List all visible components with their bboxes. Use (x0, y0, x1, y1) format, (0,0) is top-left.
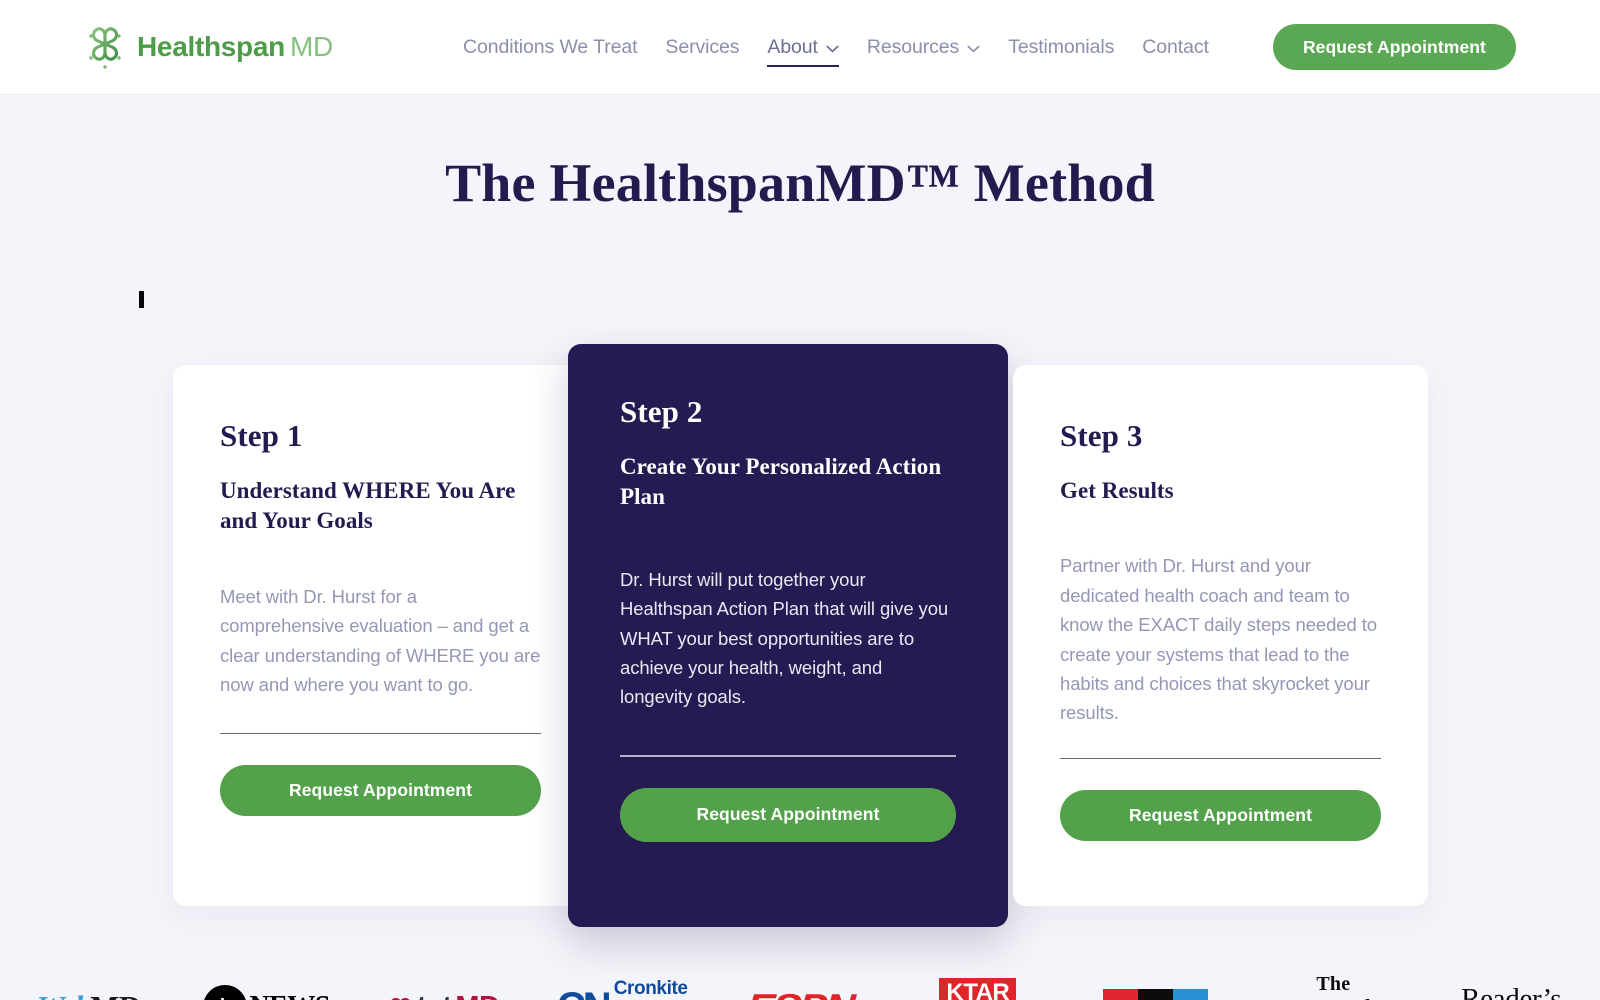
press-logo-espn: ESPN (711, 972, 889, 1000)
brand-wordmark: Healthspan MD (137, 31, 333, 63)
press-logo-text: Reader’s (1461, 983, 1562, 1000)
text-caret-artifact (139, 291, 144, 308)
step-heading: Get Results (1060, 478, 1174, 503)
card-divider (620, 754, 956, 757)
request-appointment-button-header[interactable]: Request Appointment (1272, 24, 1516, 70)
step-label: Step 2 (620, 394, 703, 429)
request-appointment-button-step-3[interactable]: Request Appointment (1060, 789, 1381, 841)
nav-item-services[interactable]: Services (651, 0, 753, 95)
press-logo-text: tct (416, 989, 452, 1000)
step-body: Partner with Dr. Hurst and your dedicate… (1060, 555, 1377, 724)
nav-item-label: About (767, 36, 818, 58)
press-logo-text: New York (1290, 996, 1376, 1000)
press-logo-text: KTAR (939, 978, 1017, 1000)
nav-item-about[interactable]: About (753, 0, 852, 95)
card-divider (220, 733, 541, 735)
press-logo-webmd: WebMD (0, 972, 178, 1000)
step-card-1: Step 1 Understand WHERE You Are and Your… (173, 365, 588, 906)
main-navigation: Conditions We Treat Services About Resou… (463, 0, 1223, 95)
nav-item-label: Testimonials (1008, 36, 1115, 58)
step-card-2: Step 2 Create Your Personalized Action P… (568, 344, 1008, 927)
step-heading: Create Your Personalized Action Plan (620, 454, 942, 510)
step-label: Step 3 (1060, 418, 1143, 453)
request-appointment-button-step-1[interactable]: Request Appointment (220, 765, 541, 817)
press-logo-abc-news: abc NEWS (178, 972, 356, 1000)
brand-name: Healthspan (137, 31, 285, 62)
request-appointment-button-step-2[interactable]: Request Appointment (620, 787, 956, 842)
nav-item-label: Contact (1142, 36, 1209, 58)
nav-item-conditions-we-treat[interactable]: Conditions We Treat (463, 0, 651, 95)
step-body: Dr. Hurst will put together your Healths… (620, 568, 949, 708)
healthspan-knot-logo-icon (89, 27, 121, 69)
nav-item-label: Conditions We Treat (463, 36, 638, 58)
press-logo-text: Cronkite (613, 978, 688, 1000)
step-body: Meet with Dr. Hurst for a comprehensive … (220, 585, 541, 695)
step-heading: Understand WHERE You Are and Your Goals (220, 478, 516, 534)
press-logo-text: p (1138, 988, 1174, 1000)
press-logo-text: The (1316, 973, 1351, 996)
nav-item-testimonials[interactable]: Testimonials (994, 0, 1128, 95)
press-logo-text: ESPN (746, 986, 855, 1000)
press-logo-new-york-times: The New York Times (1244, 972, 1422, 1000)
press-logo-text: n (1103, 988, 1139, 1000)
site-header: Healthspan MD Conditions We Treat Service… (0, 0, 1600, 95)
press-logo-text: NEWS (249, 991, 330, 1000)
step-card-3: Step 3 Get Results Partner with Dr. Hurs… (1013, 365, 1428, 906)
press-logo-text: Web (37, 989, 91, 1000)
press-logo-npr: n p r (1067, 972, 1245, 1000)
chevron-down-icon (826, 45, 839, 53)
card-divider (1060, 757, 1381, 759)
press-logo-strip: WebMD abc NEWS tctMD CN Cronkite (0, 957, 1600, 1000)
page-title: The HealthspanMD™ Method (445, 153, 1155, 213)
method-section: The HealthspanMD™ Method Step 1 Understa… (0, 95, 1600, 1000)
step-label: Step 1 (220, 418, 303, 453)
press-logo-ktar-news: KTAR NEWS (889, 972, 1067, 1000)
nav-item-contact[interactable]: Contact (1128, 0, 1223, 95)
nav-item-label: Resources (866, 36, 960, 58)
press-logo-tctmd: tctMD (356, 972, 534, 1000)
press-logo-text: MD (90, 989, 141, 1000)
nav-item-resources[interactable]: Resources (853, 0, 994, 95)
press-logo-readers-digest: Reader’s digest (1422, 972, 1600, 1000)
brand-logo[interactable]: Healthspan MD (84, 24, 333, 70)
heart-icon (391, 997, 411, 1000)
press-logo-text: MD (455, 991, 500, 1000)
press-logo-text: abc (203, 985, 248, 1000)
nav-item-label: Services (665, 36, 740, 58)
press-logo-text: CN (557, 987, 612, 1000)
press-logo-text: r (1173, 988, 1209, 1000)
chevron-down-icon (967, 45, 980, 53)
brand-suffix: MD (289, 31, 333, 62)
steps-card-group: Step 1 Understand WHERE You Are and Your… (0, 344, 1600, 929)
press-logo-cronkite-news: CN Cronkite News ARIZONA PBS (533, 972, 711, 1000)
